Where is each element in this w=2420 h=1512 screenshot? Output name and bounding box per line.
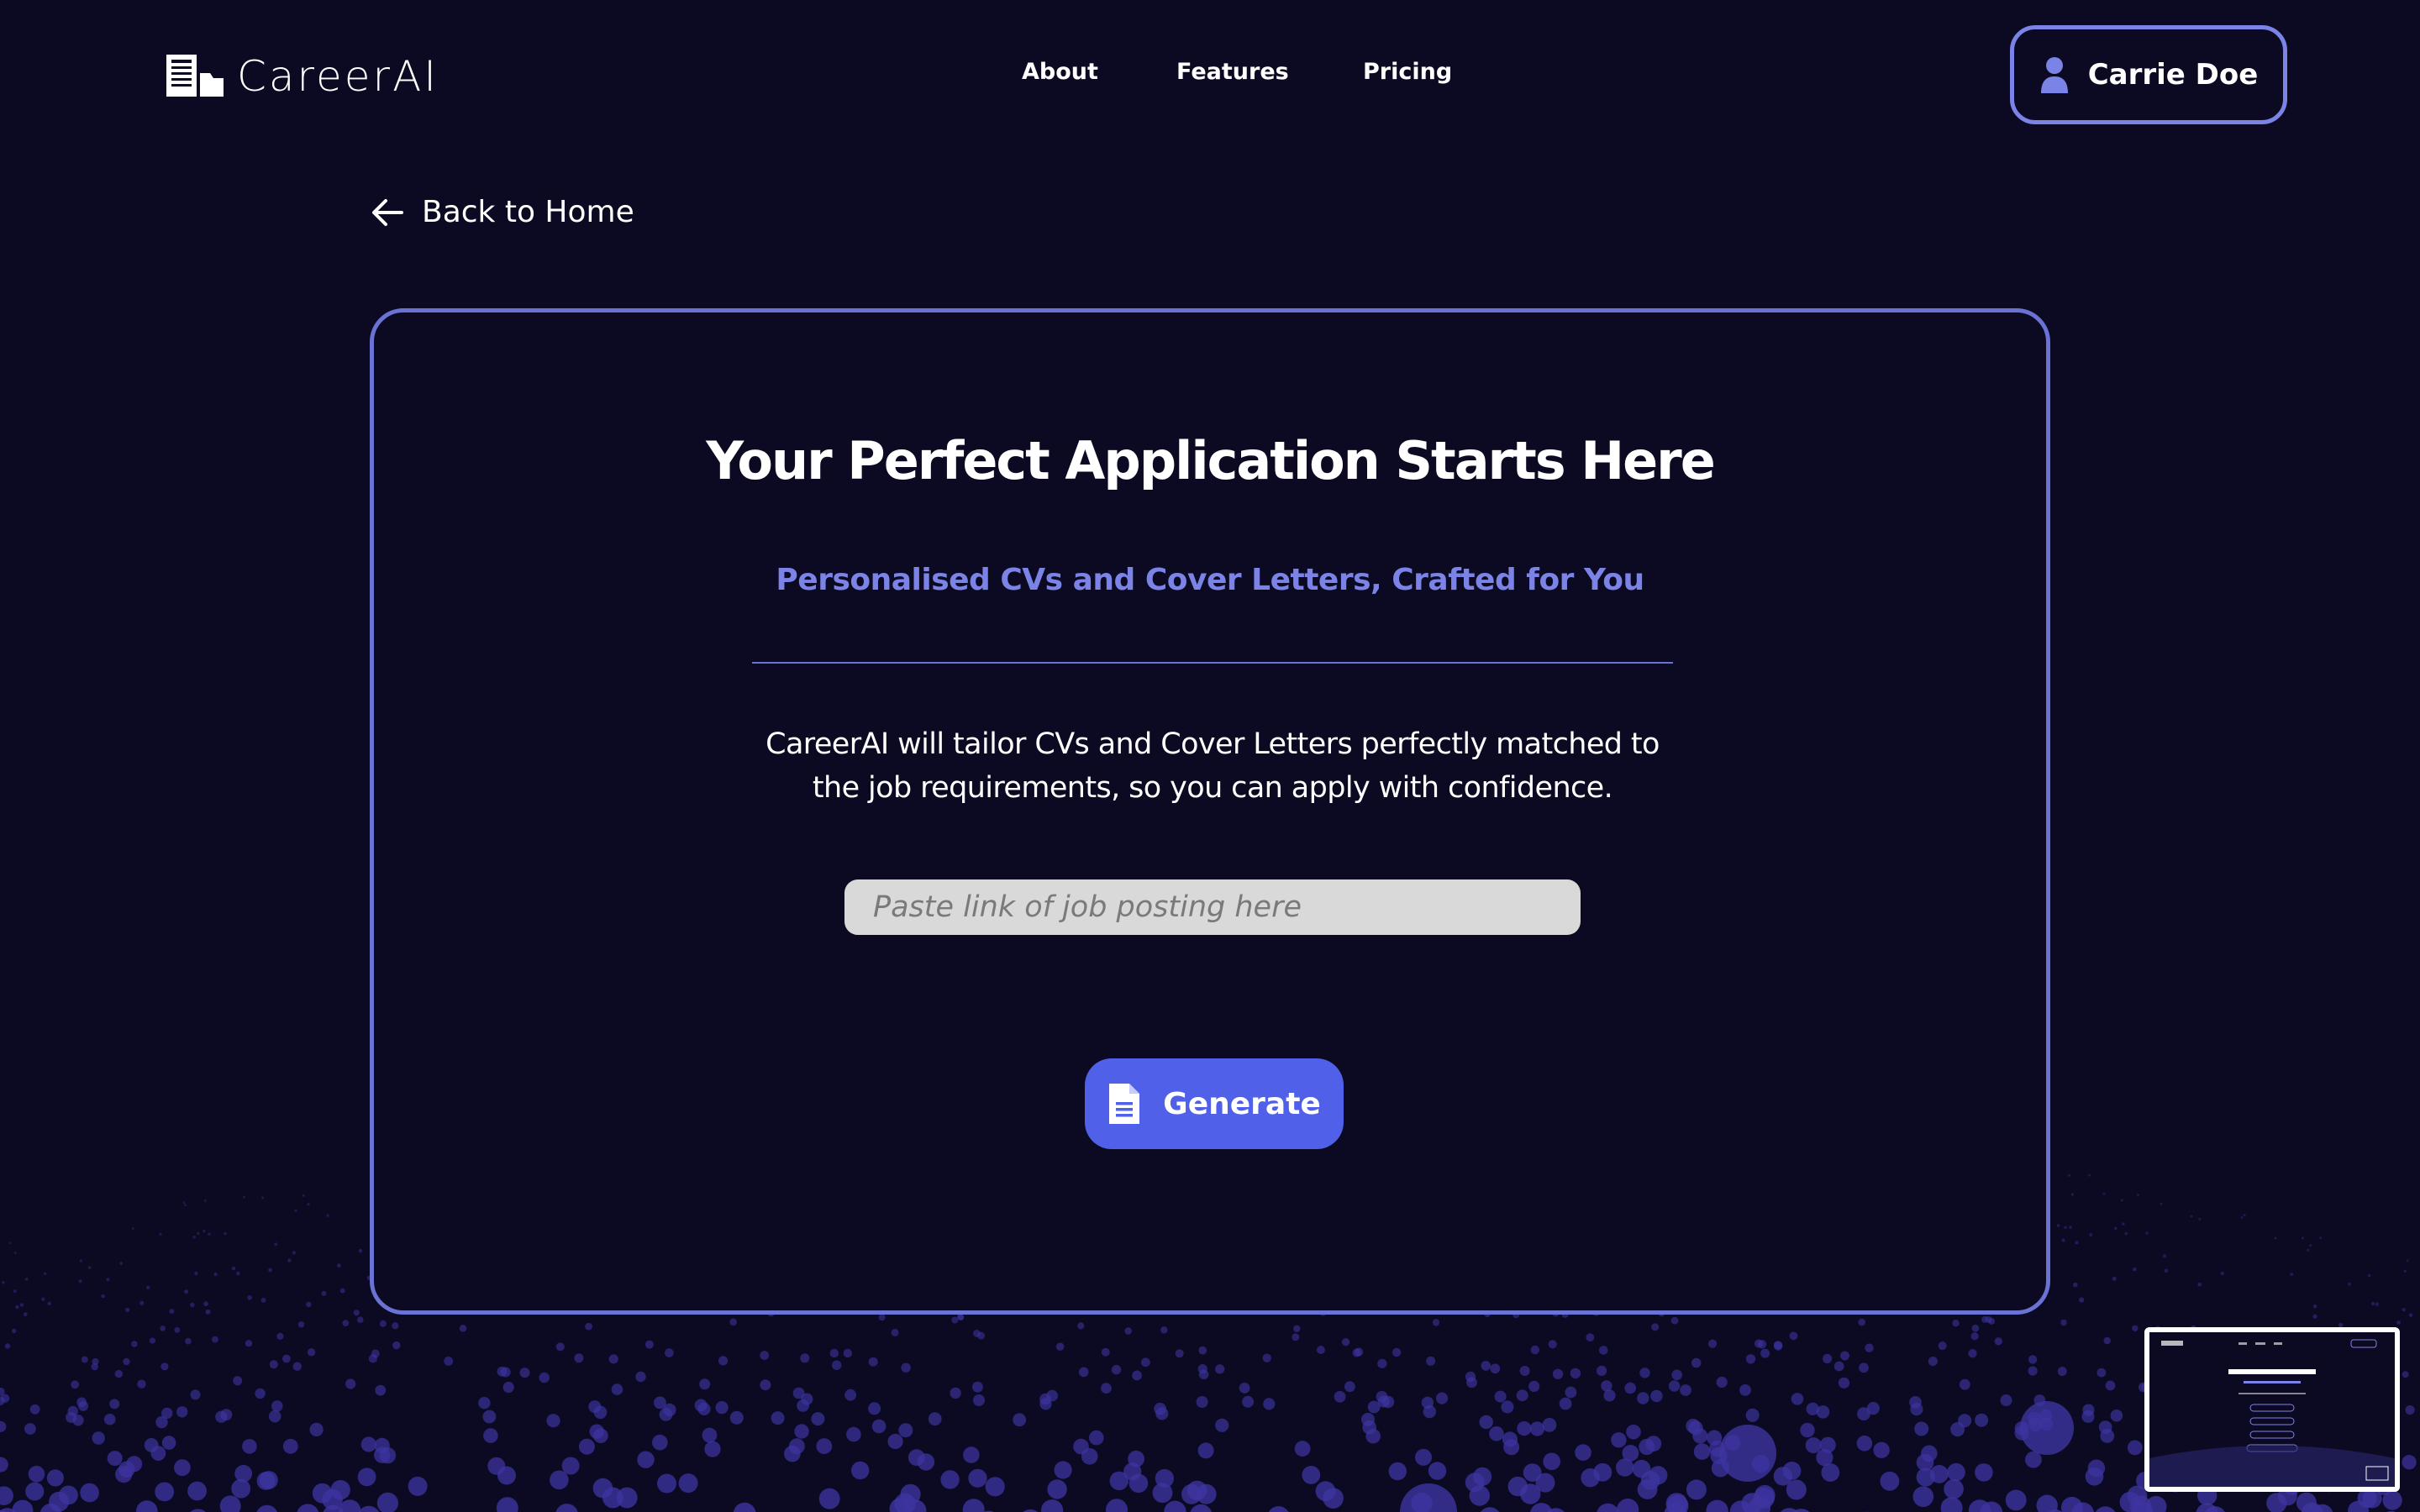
- profile-button[interactable]: Carrie Doe: [2010, 25, 2287, 124]
- page-preview-thumbnail[interactable]: [2144, 1327, 2400, 1492]
- generator-card: Your Perfect Application Starts Here Per…: [370, 308, 2050, 1315]
- document-icon: [1109, 1084, 1140, 1124]
- back-link-label: Back to Home: [422, 195, 634, 229]
- description-text: CareerAI will tailor CVs and Cover Lette…: [765, 727, 1660, 805]
- profile-name: Carrie Doe: [2087, 58, 2259, 92]
- back-to-home-link[interactable]: Back to Home: [371, 195, 634, 229]
- nav-item-pricing[interactable]: Pricing: [1363, 59, 1452, 85]
- arrow-left-icon: [372, 198, 403, 226]
- page-title: Your Perfect Application Starts Here: [706, 430, 1716, 491]
- user-icon: [2040, 57, 2068, 93]
- nav-item-about[interactable]: About: [1022, 59, 1098, 85]
- nav-item-features[interactable]: Features: [1176, 59, 1289, 85]
- generate-button[interactable]: Generate: [1085, 1058, 1344, 1149]
- thumbnail-preview-image: [2149, 1332, 2395, 1487]
- divider: [752, 662, 1673, 664]
- job-link-input[interactable]: [844, 879, 1581, 935]
- page-subtitle: Personalised CVs and Cover Letters, Craf…: [776, 563, 1644, 597]
- generate-button-label: Generate: [1163, 1086, 1321, 1121]
